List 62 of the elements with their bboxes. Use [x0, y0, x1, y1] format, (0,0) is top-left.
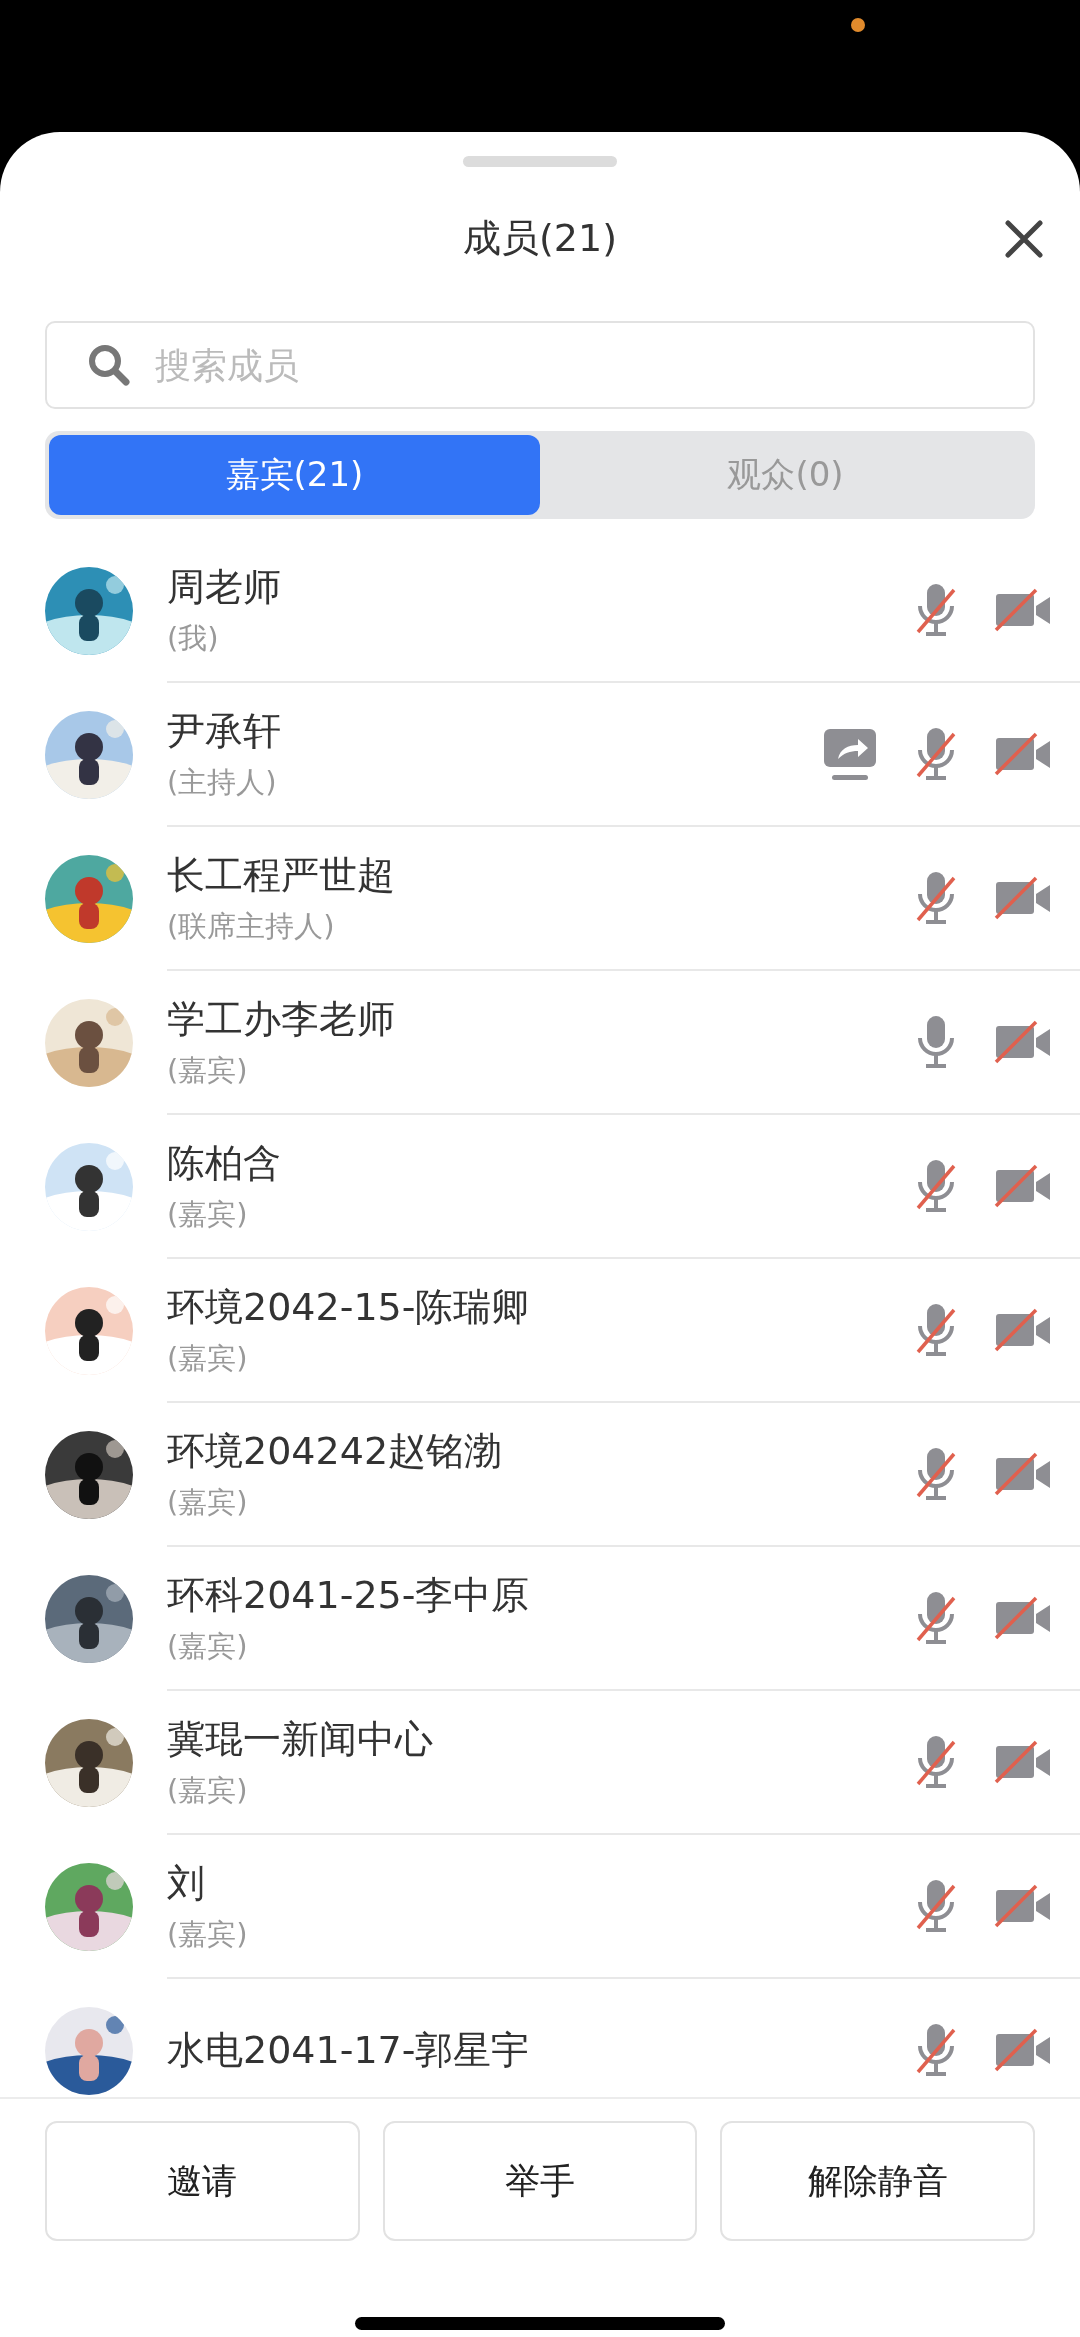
member-name: 长工程严世超 [167, 851, 396, 899]
member-role: (嘉宾) [167, 1483, 249, 1521]
sheet-title: 成员(21) [463, 214, 617, 262]
member-role: (嘉宾) [167, 1051, 249, 1089]
privacy-indicator-icon [851, 18, 865, 32]
member-role: (主持人) [167, 763, 278, 801]
muted-microphone-icon[interactable] [914, 1446, 958, 1502]
muted-microphone-icon[interactable] [914, 1158, 958, 1214]
camera-off-icon[interactable] [994, 1596, 1052, 1640]
camera-off-icon[interactable] [994, 1452, 1052, 1496]
member-row[interactable]: 环境204242赵铭渤 (嘉宾) [0, 1403, 1080, 1547]
member-name: 刘 [167, 1859, 206, 1907]
member-name: 环境2042-15-陈瑞卿 [167, 1283, 531, 1331]
member-row[interactable]: 环科2041-25-李中原 (嘉宾) [0, 1547, 1080, 1691]
camera-off-icon[interactable] [994, 2028, 1052, 2072]
member-name: 陈柏含 [167, 1139, 282, 1187]
member-role: (嘉宾) [167, 1627, 249, 1665]
member-name: 水电2041-17-郭星宇 [167, 2026, 531, 2074]
camera-off-icon[interactable] [994, 1164, 1052, 1208]
muted-microphone-icon[interactable] [914, 1878, 958, 1934]
camera-off-icon[interactable] [994, 1884, 1052, 1928]
member-row[interactable]: 长工程严世超 (联席主持人) [0, 827, 1080, 971]
muted-microphone-icon[interactable] [914, 1302, 958, 1358]
member-name: 环境204242赵铭渤 [167, 1427, 504, 1475]
member-role: (嘉宾) [167, 1771, 249, 1809]
member-row[interactable]: 环境2042-15-陈瑞卿 (嘉宾) [0, 1259, 1080, 1403]
member-role: (嘉宾) [167, 1195, 249, 1233]
camera-off-icon[interactable] [994, 1740, 1052, 1784]
muted-microphone-icon[interactable] [914, 1734, 958, 1790]
muted-microphone-icon[interactable] [914, 1590, 958, 1646]
member-row[interactable]: 刘 (嘉宾) [0, 1835, 1080, 1979]
search-icon [87, 343, 131, 387]
member-row[interactable]: 学工办李老师 (嘉宾) [0, 971, 1080, 1115]
member-role: (联席主持人) [167, 907, 336, 945]
member-role: (嘉宾) [167, 1915, 249, 1953]
camera-off-icon[interactable] [994, 732, 1052, 776]
muted-microphone-icon[interactable] [914, 870, 958, 926]
member-name: 学工办李老师 [167, 995, 396, 1043]
tab[interactable]: 嘉宾(21) [49, 435, 540, 515]
member-name: 尹承轩 [167, 707, 282, 755]
member-row[interactable]: 周老师 (我) [0, 539, 1080, 683]
member-name: 环科2041-25-李中原 [167, 1571, 531, 1619]
member-name: 冀琨一新闻中心 [167, 1715, 434, 1763]
camera-off-icon[interactable] [994, 588, 1052, 632]
member-role: (嘉宾) [167, 1339, 249, 1377]
member-row[interactable]: 陈柏含 (嘉宾) [0, 1115, 1080, 1259]
member-name: 周老师 [167, 563, 282, 611]
action-button[interactable]: 解除静音 [720, 2121, 1035, 2241]
member-row[interactable]: 冀琨一新闻中心 (嘉宾) [0, 1691, 1080, 1835]
action-button[interactable]: 举手 [382, 2121, 698, 2241]
search-field[interactable]: 搜索成员 [153, 343, 993, 387]
camera-off-icon[interactable] [994, 876, 1052, 920]
member-row[interactable]: 尹承轩 (主持人) [0, 683, 1080, 827]
muted-microphone-icon[interactable] [914, 726, 958, 782]
member-role: (我) [167, 619, 220, 657]
camera-off-icon[interactable] [994, 1308, 1052, 1352]
drag-handle[interactable] [463, 156, 617, 167]
muted-microphone-icon[interactable] [914, 2022, 958, 2078]
camera-off-icon[interactable] [994, 1020, 1052, 1064]
action-button[interactable]: 邀请 [45, 2121, 360, 2241]
search-bar[interactable]: 搜索成员 [45, 321, 1035, 409]
muted-microphone-icon[interactable] [914, 582, 958, 638]
